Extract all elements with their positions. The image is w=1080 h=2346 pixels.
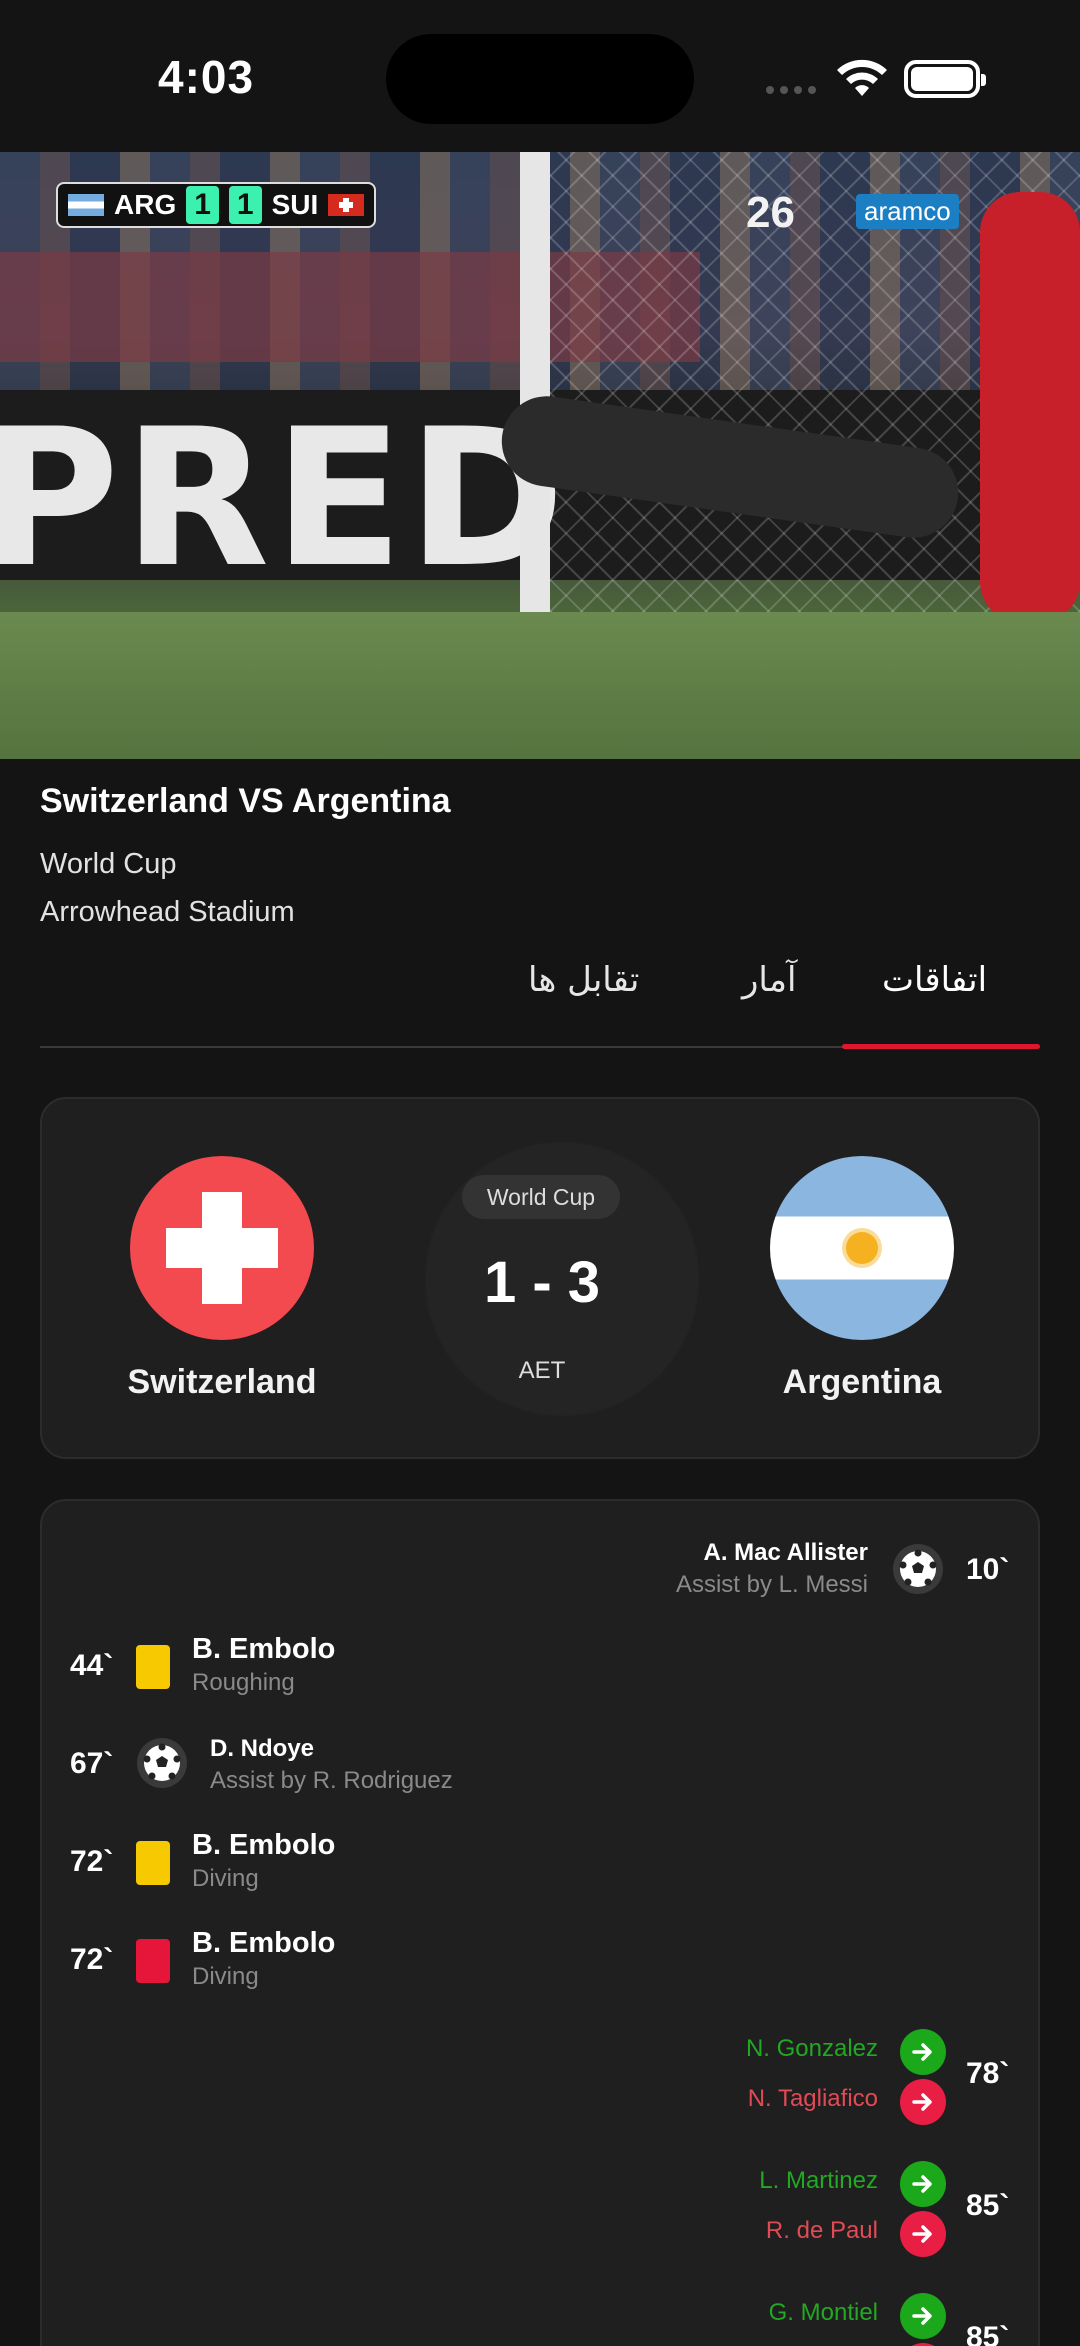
event-minute: 44` bbox=[70, 1649, 114, 1682]
advert-board-text: PRED bbox=[0, 388, 570, 609]
status-bar: 4:03 bbox=[0, 0, 1080, 152]
sub-in-player: N. Gonzalez bbox=[745, 2035, 878, 2062]
sub-in-player: G. Montiel bbox=[768, 2299, 878, 2326]
stadium-name: Arrowhead Stadium bbox=[40, 896, 295, 928]
event-minute: 67` bbox=[70, 1747, 114, 1780]
competition-badge: World Cup bbox=[462, 1175, 620, 1219]
competition-name: World Cup bbox=[40, 848, 177, 880]
wifi-icon bbox=[837, 59, 887, 96]
dynamic-island bbox=[386, 34, 694, 124]
tab-bar: اتفاقات آمار تقابل ها bbox=[40, 958, 1040, 1049]
goal-post bbox=[520, 152, 550, 612]
active-tab-indicator bbox=[842, 1044, 1040, 1049]
event-detail: Diving bbox=[192, 1963, 259, 1990]
arrow-in-icon bbox=[900, 2029, 946, 2075]
arrow-in-icon bbox=[900, 2293, 946, 2339]
red-card-icon bbox=[136, 1939, 170, 1983]
argentina-flag-icon bbox=[68, 194, 104, 216]
broadcast-logo: 26 bbox=[746, 188, 795, 237]
final-score: 1 - 3 bbox=[483, 1250, 601, 1315]
yellow-card-icon bbox=[136, 1841, 170, 1885]
event-minute: 72` bbox=[70, 1943, 114, 1976]
battery-icon bbox=[904, 60, 986, 98]
arrow-out-icon bbox=[900, 2211, 946, 2257]
tab-stats[interactable]: آمار bbox=[742, 960, 796, 1000]
goal-ball-icon bbox=[893, 1544, 943, 1594]
event-minute: 72` bbox=[70, 1845, 114, 1878]
sub-out-player: R. de Paul bbox=[765, 2217, 878, 2244]
sub-out-player: N. Tagliafico bbox=[747, 2085, 878, 2112]
event-player: B. Embolo bbox=[192, 1633, 336, 1665]
event-player: B. Embolo bbox=[192, 1927, 336, 1959]
event-player: A. Mac Allister bbox=[703, 1539, 869, 1566]
event-minute: 78` bbox=[966, 2057, 1010, 2090]
event-minute: 10` bbox=[966, 1553, 1010, 1586]
pitch bbox=[0, 612, 1080, 759]
event-minute: 85` bbox=[966, 2321, 1010, 2346]
home-team-name: Switzerland bbox=[127, 1363, 317, 1401]
arrow-in-icon bbox=[900, 2161, 946, 2207]
score-card: Switzerland Argentina World Cup 1 - 3 AE… bbox=[40, 1097, 1040, 1459]
switzerland-flag-icon bbox=[328, 194, 365, 216]
event-minute: 85` bbox=[966, 2189, 1010, 2222]
event-detail: Assist by R. Rodriguez bbox=[210, 1767, 453, 1794]
sponsor-logo: aramco bbox=[856, 194, 959, 229]
event-player: B. Embolo bbox=[192, 1829, 336, 1861]
switzerland-flag-icon bbox=[130, 1156, 314, 1340]
yellow-card-icon bbox=[136, 1645, 170, 1689]
event-detail: Assist by L. Messi bbox=[675, 1571, 868, 1598]
tab-events[interactable]: اتفاقات bbox=[882, 960, 987, 1000]
player bbox=[980, 192, 1080, 622]
video-scorebug: ARG 1 1 SUI bbox=[56, 182, 377, 228]
sub-in-player: L. Martinez bbox=[759, 2167, 878, 2194]
tab-head-to-head[interactable]: تقابل ها bbox=[528, 960, 639, 1000]
event-detail: Roughing bbox=[192, 1669, 295, 1696]
away-team-name: Argentina bbox=[782, 1363, 942, 1401]
match-status: AET bbox=[518, 1357, 566, 1384]
signal-icon bbox=[766, 86, 816, 94]
match-title: Switzerland VS Argentina bbox=[40, 782, 451, 820]
arrow-out-icon bbox=[900, 2079, 946, 2125]
argentina-flag-icon bbox=[770, 1156, 954, 1340]
video-player[interactable]: PRED ARG 1 1 SUI 26 aramco bbox=[0, 152, 1080, 759]
events-timeline: A. Mac Allister Assist by L. Messi 10` 4… bbox=[40, 1499, 1040, 2346]
event-detail: Diving bbox=[192, 1865, 259, 1892]
event-player: D. Ndoye bbox=[210, 1735, 315, 1762]
status-time: 4:03 bbox=[158, 51, 255, 103]
goal-ball-icon bbox=[137, 1738, 187, 1788]
